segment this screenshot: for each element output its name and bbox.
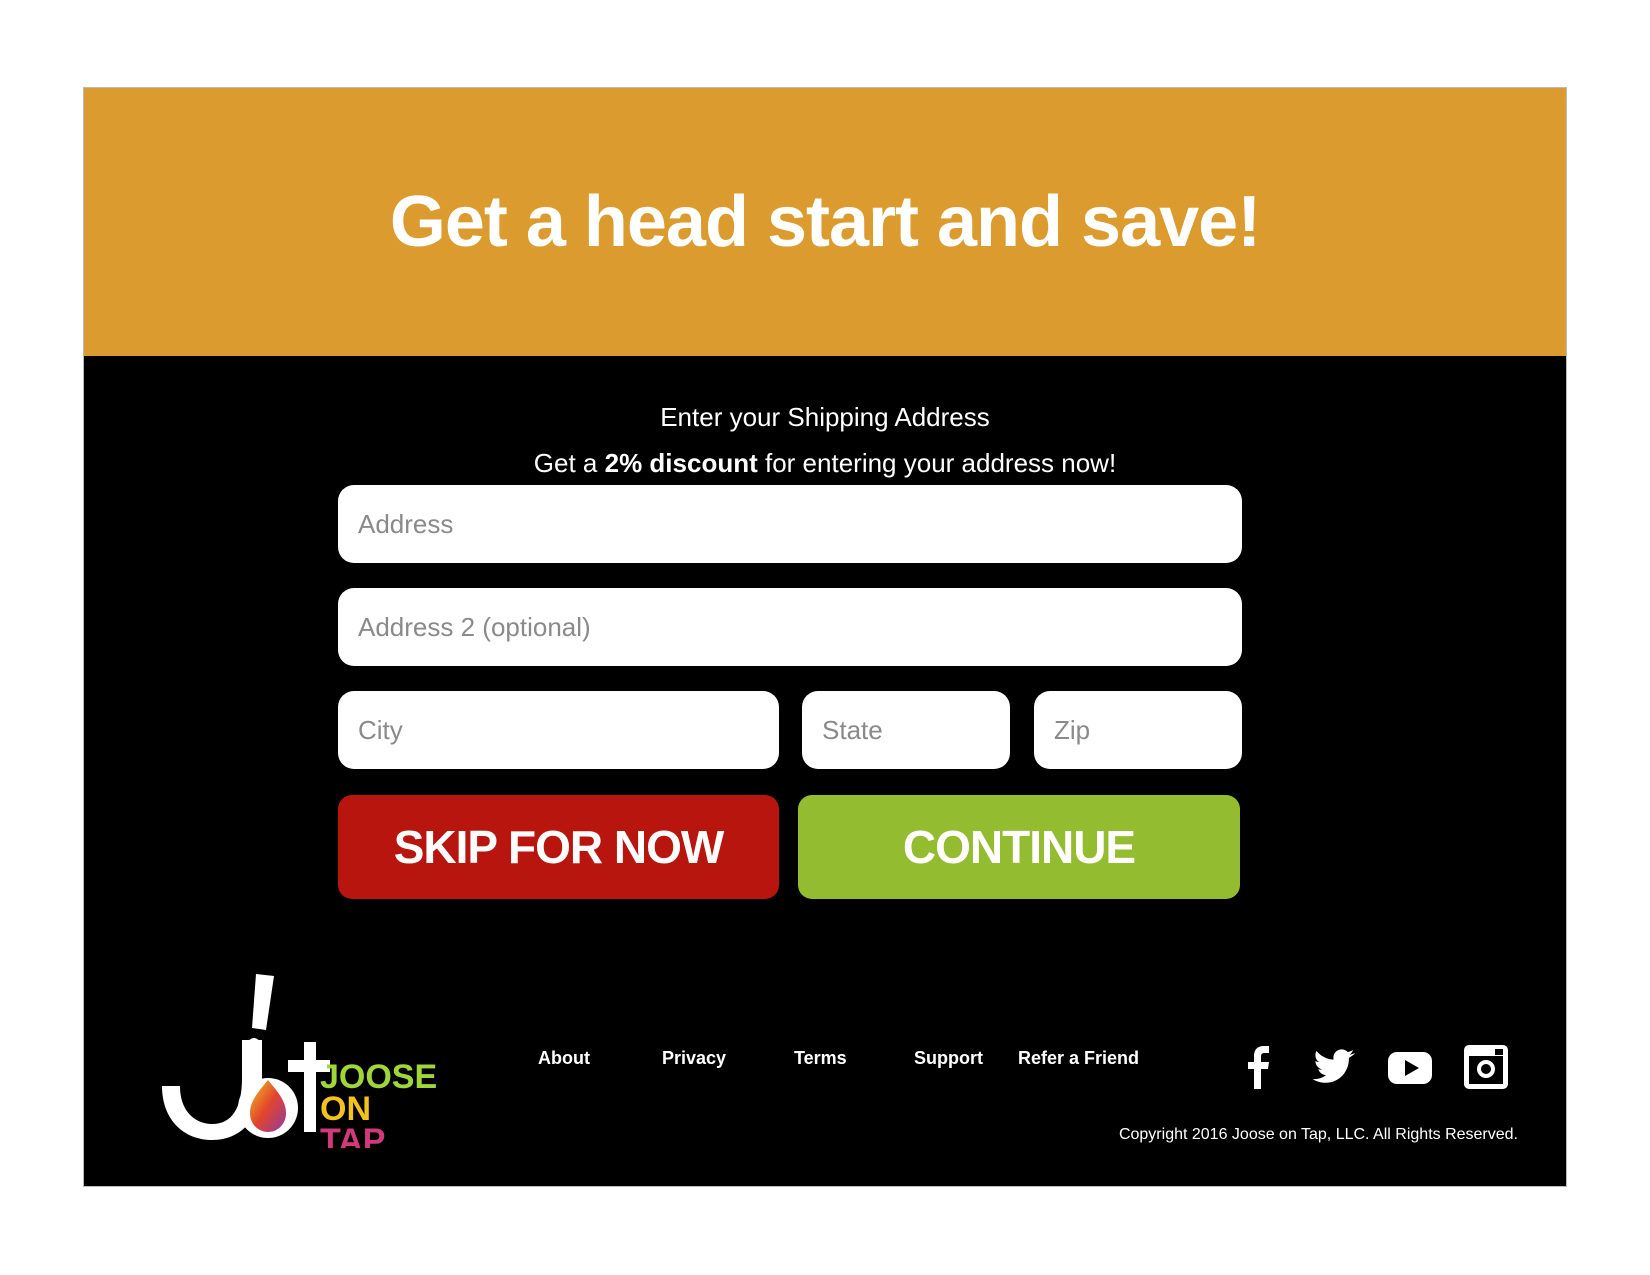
footer-link-terms[interactable]: Terms xyxy=(794,1048,847,1069)
footer-link-privacy[interactable]: Privacy xyxy=(662,1048,726,1069)
discount-prefix: Get a xyxy=(533,448,605,478)
twitter-icon[interactable] xyxy=(1310,1043,1358,1091)
state-field-wrap xyxy=(802,691,1010,769)
hero-banner: Get a head start and save! xyxy=(84,88,1566,356)
facebook-icon[interactable] xyxy=(1234,1043,1282,1091)
zip-field-wrap xyxy=(1034,691,1242,769)
continue-button[interactable]: CONTINUE xyxy=(798,795,1240,899)
tap-handle-icon xyxy=(252,974,274,1030)
state-input[interactable] xyxy=(820,713,1010,747)
footer-link-about[interactable]: About xyxy=(538,1048,590,1069)
instagram-icon[interactable] xyxy=(1462,1043,1510,1091)
hero-title: Get a head start and save! xyxy=(389,182,1261,262)
city-input[interactable] xyxy=(356,713,779,747)
intro-text: Enter your Shipping Address Get a 2% dis… xyxy=(84,394,1566,486)
copyright-text: Copyright 2016 Joose on Tap, LLC. All Ri… xyxy=(1118,1126,1518,1143)
page-frame: Get a head start and save! Enter your Sh… xyxy=(83,87,1567,1187)
logo-word-tap: TAP xyxy=(320,1122,385,1148)
skip-for-now-button[interactable]: SKIP FOR NOW xyxy=(338,795,779,899)
youtube-icon[interactable] xyxy=(1386,1043,1434,1091)
footer-link-refer-a-friend[interactable]: Refer a Friend xyxy=(1018,1048,1139,1069)
address-input[interactable] xyxy=(356,507,1242,541)
city-field-wrap xyxy=(338,691,779,769)
discount-amount: 2% discount xyxy=(604,448,758,478)
zip-input[interactable] xyxy=(1052,713,1242,747)
address2-input[interactable] xyxy=(356,610,1242,644)
discount-suffix: for entering your address now! xyxy=(757,448,1117,478)
discount-line: Get a 2% discount for entering your addr… xyxy=(84,440,1566,486)
intro-heading: Enter your Shipping Address xyxy=(660,402,990,432)
joose-on-tap-logo[interactable]: JOOSE ON TAP xyxy=(152,968,452,1148)
address2-field-wrap xyxy=(338,588,1242,666)
address-field-wrap xyxy=(338,485,1242,563)
footer-link-support[interactable]: Support xyxy=(914,1048,983,1069)
